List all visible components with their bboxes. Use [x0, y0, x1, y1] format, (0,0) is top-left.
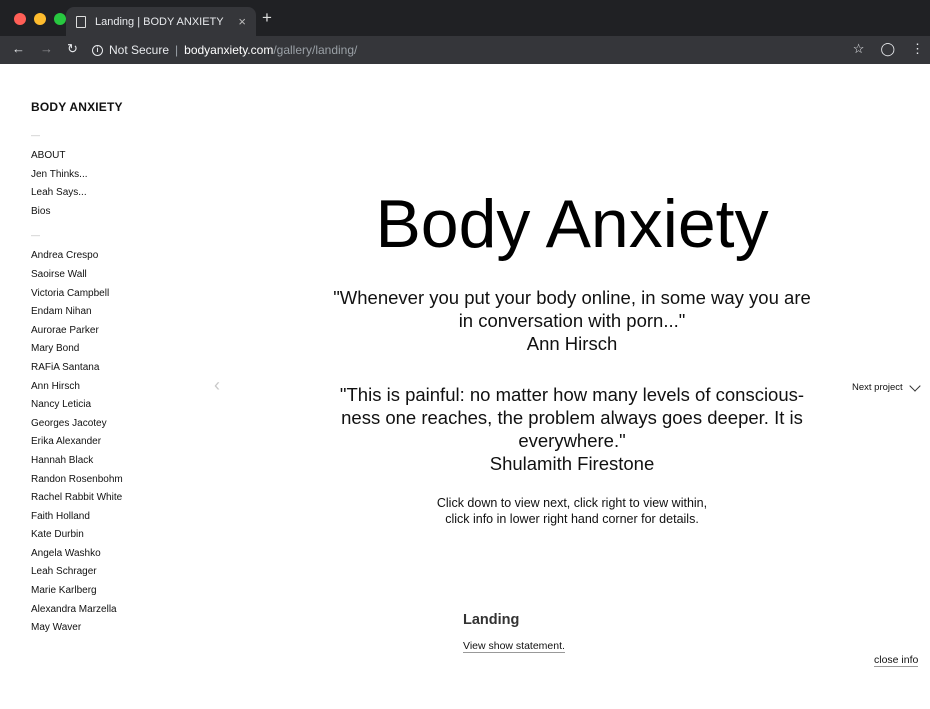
quote-line: "Whenever you put your body online, in s…	[333, 287, 811, 308]
artist-link[interactable]: Kate Durbin	[31, 526, 201, 545]
artist-link[interactable]: Mary Bond	[31, 340, 201, 359]
artist-link[interactable]: Victoria Campbell	[31, 285, 201, 304]
tab-strip: Landing | BODY ANXIETY × +	[0, 0, 930, 36]
landing-content: Body Anxiety "Whenever you put your body…	[300, 184, 844, 527]
quote-line: in conversation with porn..."	[458, 310, 686, 331]
back-icon[interactable]: ←	[12, 42, 25, 55]
chevron-down-icon	[909, 379, 921, 392]
next-project-label: Next project	[852, 382, 903, 393]
info-icon[interactable]: i	[92, 44, 103, 56]
window-controls	[14, 13, 66, 25]
url-host: bodyanxiety.com	[184, 43, 274, 57]
sidebar: BODY ANXIETY — ABOUT Jen Thinks... Leah Sa…	[31, 100, 201, 638]
show-statement-link[interactable]: View show statement.	[463, 640, 565, 653]
document-icon	[76, 15, 86, 28]
active-tab[interactable]: Landing | BODY ANXIETY ×	[66, 7, 256, 36]
url-separator: |	[175, 43, 179, 57]
artist-link[interactable]: Endam Nihan	[31, 303, 201, 322]
separator: —	[31, 230, 40, 241]
menu-list: ABOUT Jen Thinks... Leah Says... Bios	[31, 147, 201, 221]
quote-line: ness one reaches, the problem always goe…	[341, 407, 803, 428]
artist-link[interactable]: Faith Holland	[31, 508, 201, 527]
address-bar[interactable]: i Not Secure | bodyanxiety.com/gallery/l…	[92, 40, 852, 60]
artist-link[interactable]: Ann Hirsch	[31, 378, 201, 397]
artist-link[interactable]: Leah Schrager	[31, 563, 201, 582]
next-project-button[interactable]: Next project	[852, 379, 921, 393]
artist-link[interactable]: Alexandra Marzella	[31, 601, 201, 620]
quote-author: Ann Hirsch	[526, 333, 618, 354]
close-window-button[interactable]	[14, 13, 26, 25]
quote-firestone: "This is painful: no matter how many lev…	[300, 383, 844, 475]
artist-link[interactable]: Rachel Rabbit White	[31, 489, 201, 508]
artist-link[interactable]: Marie Karlberg	[31, 582, 201, 601]
toolbar-actions: ☆ ◯ ⋮	[853, 42, 924, 55]
minimize-window-button[interactable]	[34, 13, 46, 25]
artist-link[interactable]: Nancy Leticia	[31, 396, 201, 415]
artist-link[interactable]: Aurorae Parker	[31, 322, 201, 341]
instruction-line: Click down to view next, click right to …	[436, 496, 708, 510]
artist-list: Andrea Crespo Saoirse Wall Victoria Campbe…	[31, 247, 201, 637]
quote-line: "This is painful: no matter how many lev…	[339, 384, 805, 405]
security-label: Not Secure	[109, 43, 170, 57]
artist-link[interactable]: Saoirse Wall	[31, 266, 201, 285]
extension-icon[interactable]: ◯	[880, 42, 895, 55]
new-tab-button[interactable]: +	[262, 9, 272, 26]
artist-link[interactable]: RAFiA Santana	[31, 359, 201, 378]
project-title: Landing	[463, 612, 520, 628]
url-path: /gallery/landing/	[273, 43, 358, 57]
separator: —	[31, 130, 40, 140]
browser-chrome: Landing | BODY ANXIETY × + ← → ↻ i Not S…	[0, 0, 930, 64]
quote-hirsch: "Whenever you put your body online, in s…	[300, 286, 844, 355]
menu-icon[interactable]: ⋮	[911, 42, 924, 55]
info-panel: Landing View show statement.	[463, 612, 565, 654]
star-icon[interactable]: ☆	[853, 42, 865, 55]
artist-link[interactable]: Georges Jacotey	[31, 415, 201, 434]
page: BODY ANXIETY — ABOUT Jen Thinks... Leah Sa…	[0, 64, 930, 709]
artist-link[interactable]: Erika Alexander	[31, 433, 201, 452]
menu-item[interactable]: ABOUT	[31, 147, 201, 166]
maximize-window-button[interactable]	[54, 13, 66, 25]
previous-arrow-icon[interactable]: ‹	[214, 376, 220, 394]
close-info-link[interactable]: close info	[874, 654, 919, 667]
menu-item[interactable]: Bios	[31, 203, 201, 222]
browser-toolbar: ← → ↻ i Not Secure | bodyanxiety.com/gal…	[0, 36, 930, 64]
artist-link[interactable]: May Waver	[31, 619, 201, 638]
menu-item[interactable]: Jen Thinks...	[31, 166, 201, 185]
instruction-line: click info in lower right hand corner fo…	[445, 512, 699, 526]
quote-author: Shulamith Firestone	[489, 453, 655, 474]
instructions: Click down to view next, click right to …	[300, 495, 844, 527]
page-title: Body Anxiety	[375, 186, 769, 262]
artist-link[interactable]: Hannah Black	[31, 452, 201, 471]
artist-link[interactable]: Andrea Crespo	[31, 247, 201, 266]
site-title[interactable]: BODY ANXIETY	[31, 100, 201, 114]
forward-icon[interactable]: →	[40, 42, 53, 55]
quote-line: everywhere."	[518, 430, 626, 451]
artist-link[interactable]: Angela Washko	[31, 545, 201, 564]
menu-item[interactable]: Leah Says...	[31, 184, 201, 203]
reload-icon[interactable]: ↻	[67, 42, 78, 55]
tab-title: Landing | BODY ANXIETY	[95, 15, 224, 28]
artist-link[interactable]: Randon Rosenbohm	[31, 471, 201, 490]
close-tab-icon[interactable]: ×	[238, 15, 246, 28]
